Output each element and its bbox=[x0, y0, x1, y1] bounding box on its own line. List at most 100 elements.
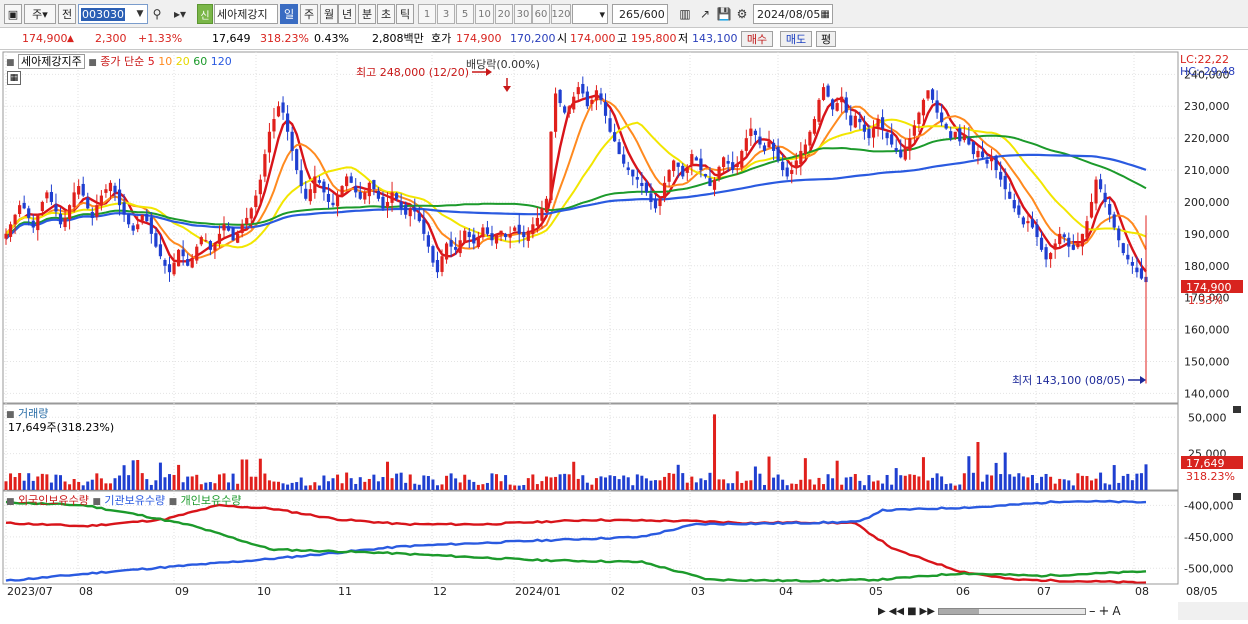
volume-bar bbox=[794, 483, 798, 490]
volume-bar bbox=[785, 485, 789, 490]
volume-bar bbox=[1130, 480, 1134, 490]
interval-30[interactable]: 30 bbox=[514, 4, 532, 24]
candle-type-icon[interactable]: ▥ bbox=[676, 4, 694, 24]
zoom-in-icon[interactable]: + bbox=[1098, 604, 1109, 619]
interval-20[interactable]: 20 bbox=[495, 4, 513, 24]
tab-period-minute[interactable]: 분 bbox=[358, 4, 376, 24]
volume-bar bbox=[731, 483, 735, 490]
tab-period-tick[interactable]: 틱 bbox=[396, 4, 414, 24]
candle-body bbox=[735, 163, 739, 168]
ma-label[interactable]: 종가 단순 bbox=[100, 55, 144, 68]
date-field[interactable]: 2024/08/05 ▦ bbox=[753, 4, 833, 24]
legend-marker-icon: ■ bbox=[168, 497, 178, 507]
interval-3[interactable]: 3 bbox=[437, 4, 455, 24]
candle-body bbox=[676, 162, 680, 167]
search-icon[interactable]: ⚲ bbox=[149, 4, 165, 24]
volume-bar bbox=[140, 473, 144, 490]
candle-body bbox=[1062, 234, 1066, 238]
candle-body bbox=[862, 124, 867, 132]
scroll-right-icon[interactable]: ▶ bbox=[878, 606, 886, 617]
period-type-select[interactable]: 주 ▾ bbox=[24, 4, 56, 24]
candle-body bbox=[494, 233, 499, 244]
legend-marker-icon: ■ bbox=[6, 497, 15, 507]
volume-bar bbox=[263, 473, 267, 490]
x-axis-label: 06 bbox=[956, 585, 970, 598]
volume-bar bbox=[690, 476, 694, 490]
candle-body bbox=[885, 132, 889, 139]
candle-body bbox=[1076, 243, 1080, 248]
table-view-icon[interactable]: ▦ bbox=[7, 71, 21, 85]
volume-bar bbox=[608, 475, 612, 490]
interval-60[interactable]: 60 bbox=[532, 4, 550, 24]
interval-custom-select[interactable]: ▾ bbox=[572, 4, 608, 24]
volume-bar bbox=[944, 484, 948, 490]
gear-icon[interactable]: ⚙ bbox=[733, 4, 751, 24]
buy-button[interactable]: 매수 bbox=[741, 31, 773, 47]
price-panel-title[interactable]: 세아제강지주 bbox=[18, 54, 85, 69]
candle-body bbox=[304, 188, 308, 199]
tab-period-day[interactable]: 일 bbox=[280, 4, 298, 24]
candle-body bbox=[426, 235, 430, 247]
interval-10[interactable]: 10 bbox=[475, 4, 494, 24]
interval-120[interactable]: 120 bbox=[551, 4, 571, 24]
candle-body bbox=[626, 167, 630, 171]
candle-body bbox=[1058, 233, 1062, 245]
font-size-icon[interactable]: A bbox=[1112, 604, 1120, 618]
stop-icon[interactable]: ■ bbox=[907, 606, 916, 617]
nav-controls: ▶ ◀◀ ■ ▶▶ – + A bbox=[878, 603, 1248, 619]
volume-bar bbox=[313, 482, 317, 490]
evaluate-button[interactable]: 평 bbox=[816, 31, 836, 47]
holdings-panel-close-icon[interactable] bbox=[1233, 493, 1241, 500]
candle-body bbox=[926, 90, 930, 99]
interval-1[interactable]: 1 bbox=[418, 4, 436, 24]
candle-body bbox=[276, 106, 281, 117]
candle-body bbox=[1108, 204, 1112, 215]
volume-bar bbox=[1053, 483, 1057, 490]
volume-bar bbox=[549, 477, 553, 490]
institution-holdings-label[interactable]: 기관보유수량 bbox=[104, 494, 165, 507]
count-field[interactable]: 265/600 bbox=[612, 4, 668, 24]
candle-body bbox=[285, 113, 290, 132]
volume-bar bbox=[980, 481, 984, 490]
x-axis-label: 08 bbox=[1135, 585, 1149, 598]
sound-icon[interactable]: ▸▾ bbox=[167, 4, 193, 24]
chart-area[interactable]: 240,000 230,000 220,000 210,000 200,000 190,0… bbox=[0, 50, 1248, 621]
prefix-button[interactable]: 전 bbox=[58, 4, 76, 24]
zoom-slider[interactable] bbox=[937, 607, 1086, 615]
candle-body bbox=[803, 144, 807, 154]
zoom-out-icon[interactable]: – bbox=[1089, 604, 1096, 619]
tab-period-year[interactable]: 년 bbox=[338, 4, 356, 24]
volume-value: 17,649 bbox=[212, 32, 251, 45]
scroll-end-icon[interactable]: ▶▶ bbox=[920, 606, 935, 617]
candle-body bbox=[1035, 224, 1039, 238]
volume-bar bbox=[567, 474, 571, 490]
chevron-down-icon[interactable]: ▼ bbox=[133, 4, 147, 24]
volume-panel-close-icon[interactable] bbox=[1233, 406, 1241, 413]
ma-120-label: 120 bbox=[210, 55, 232, 68]
price-legend: ■ 세아제강지주 ■ 종가 단순 5 10 20 60 120 bbox=[6, 53, 232, 69]
sell-button[interactable]: 매도 bbox=[780, 31, 812, 47]
candle-body bbox=[504, 233, 508, 238]
draw-tool-icon[interactable]: ↗ bbox=[696, 4, 714, 24]
foreign-holdings-label[interactable]: 외국인보유수량 bbox=[18, 494, 89, 507]
candle-body bbox=[167, 264, 172, 273]
volume-bar bbox=[967, 456, 971, 490]
tab-period-second[interactable]: 초 bbox=[377, 4, 395, 24]
scroll-start-icon[interactable]: ◀◀ bbox=[889, 606, 904, 617]
zoom-slider-thumb[interactable] bbox=[938, 608, 979, 614]
volume-bar bbox=[317, 485, 321, 490]
volume-bar bbox=[445, 475, 449, 490]
last-pct-tag: 1.33% bbox=[1188, 294, 1223, 307]
save-icon[interactable]: 💾 bbox=[716, 4, 732, 24]
candle-body bbox=[785, 167, 789, 177]
volume-bar bbox=[413, 483, 417, 490]
candle-body bbox=[540, 208, 544, 221]
tab-period-month[interactable]: 월 bbox=[320, 4, 338, 24]
calendar-icon[interactable]: ▦ bbox=[820, 9, 829, 20]
interval-5[interactable]: 5 bbox=[456, 4, 474, 24]
layout-icon[interactable]: ▣ bbox=[4, 4, 22, 24]
tab-period-week[interactable]: 주 bbox=[300, 4, 318, 24]
individual-holdings-label[interactable]: 개인보유수량 bbox=[181, 494, 242, 507]
candle-body bbox=[299, 170, 303, 187]
ma-10-label: 10 bbox=[158, 55, 173, 68]
